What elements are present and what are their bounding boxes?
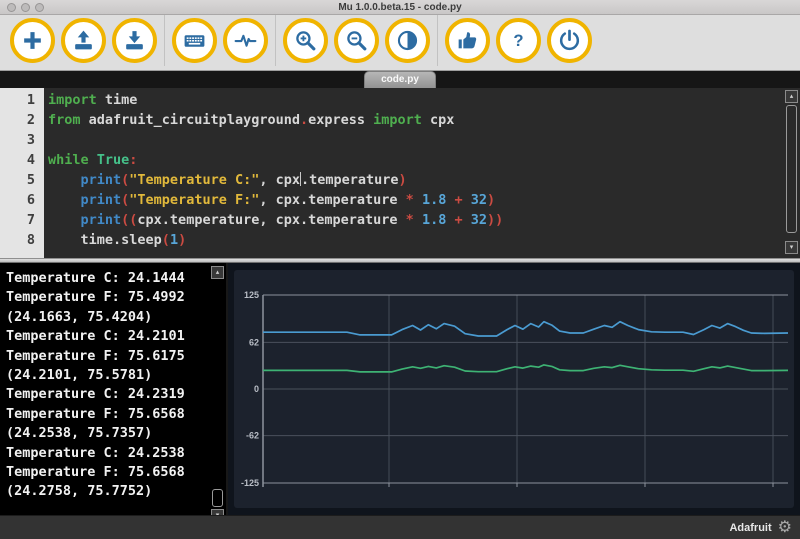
- quit-button[interactable]: [547, 18, 592, 63]
- editor-scroll-up-icon[interactable]: ▴: [785, 90, 798, 103]
- contrast-icon: [395, 28, 420, 53]
- keyboard-icon: [182, 28, 207, 53]
- line-code: [44, 130, 48, 150]
- line-number: 6: [0, 190, 44, 210]
- line-code: print("Temperature F:", cpx.temperature …: [44, 190, 495, 210]
- console-line: (24.1663, 75.4204): [6, 308, 226, 327]
- serial-repl-button[interactable]: [172, 18, 217, 63]
- question-icon: ?: [506, 28, 531, 53]
- console-line: Temperature F: 75.6568: [6, 463, 226, 482]
- console-line: (24.2101, 75.5781): [6, 366, 226, 385]
- code-line[interactable]: 5 print("Temperature C:", cpx.temperatur…: [0, 170, 800, 190]
- toolbar-group: [276, 18, 437, 63]
- plus-icon: [20, 28, 45, 53]
- code-content[interactable]: 1import time2from adafruit_circuitplaygr…: [0, 88, 800, 250]
- plotter-button[interactable]: [223, 18, 268, 63]
- minimize-button[interactable]: [21, 3, 30, 12]
- console-scroll-down-icon[interactable]: ▾: [211, 509, 224, 515]
- svg-text:-62: -62: [246, 431, 259, 441]
- console-line: Temperature C: 24.2538: [6, 444, 226, 463]
- console-line: Temperature C: 24.1444: [6, 269, 226, 288]
- console-line: Temperature C: 24.2101: [6, 327, 226, 346]
- window-title: Mu 1.0.0.beta.15 - code.py: [338, 2, 461, 13]
- console-line: Temperature C: 24.2319: [6, 385, 226, 404]
- svg-text:62: 62: [249, 337, 259, 347]
- download-icon: [122, 28, 147, 53]
- line-code: from adafruit_circuitplayground.express …: [44, 110, 454, 130]
- zoom-window-button[interactable]: [35, 3, 44, 12]
- status-bar: Adafruit ⚙: [0, 515, 800, 539]
- tab-code-py[interactable]: code.py: [364, 71, 436, 88]
- line-code: print("Temperature C:", cpx.temperature): [44, 170, 407, 190]
- upload-icon: [71, 28, 96, 53]
- line-number: 1: [0, 90, 44, 110]
- line-code: import time: [44, 90, 137, 110]
- mu-editor-window: Mu 1.0.0.beta.15 - code.py ? code.py 1im…: [0, 0, 800, 539]
- device-mode-label: Adafruit: [729, 522, 771, 534]
- code-editor[interactable]: 1import time2from adafruit_circuitplaygr…: [0, 88, 800, 258]
- console-line: Temperature F: 75.6568: [6, 405, 226, 424]
- toolbar: ?: [0, 15, 800, 71]
- console-line: (24.2758, 75.7752): [6, 482, 226, 501]
- code-line[interactable]: 8 time.sleep(1): [0, 230, 800, 250]
- code-line[interactable]: 7 print((cpx.temperature, cpx.temperatur…: [0, 210, 800, 230]
- plotter-chart: 125 62 0 -62 -125: [228, 263, 800, 515]
- console-line: Temperature F: 75.4992: [6, 288, 226, 307]
- line-number: 8: [0, 230, 44, 250]
- bottom-panes: Temperature C: 24.1444Temperature F: 75.…: [0, 263, 800, 515]
- toolbar-group: ?: [438, 18, 599, 63]
- serial-console-pane[interactable]: Temperature C: 24.1444Temperature F: 75.…: [0, 263, 226, 515]
- zoom-out-button[interactable]: [334, 18, 379, 63]
- magnifier-minus-icon: [344, 28, 369, 53]
- line-number: 7: [0, 210, 44, 230]
- console-scroll-up-icon[interactable]: ▴: [211, 266, 224, 279]
- console-line: (24.2538, 75.7357): [6, 424, 226, 443]
- theme-button[interactable]: [385, 18, 430, 63]
- magnifier-plus-icon: [293, 28, 318, 53]
- new-button[interactable]: [10, 18, 55, 63]
- code-line[interactable]: 6 print("Temperature F:", cpx.temperatur…: [0, 190, 800, 210]
- line-code: print((cpx.temperature, cpx.temperature …: [44, 210, 503, 230]
- line-code: while True:: [44, 150, 137, 170]
- toolbar-group: [165, 18, 275, 63]
- close-button[interactable]: [7, 3, 16, 12]
- code-line[interactable]: 4while True:: [0, 150, 800, 170]
- waveform-icon: [233, 28, 258, 53]
- svg-text:?: ?: [513, 31, 523, 50]
- svg-text:0: 0: [254, 384, 259, 394]
- editor-scrollbar-thumb[interactable]: [786, 105, 797, 233]
- check-button[interactable]: [445, 18, 490, 63]
- code-line[interactable]: 1import time: [0, 90, 800, 110]
- line-code: time.sleep(1): [44, 230, 186, 250]
- svg-text:125: 125: [244, 290, 259, 300]
- load-button[interactable]: [61, 18, 106, 63]
- toolbar-group: [3, 18, 164, 63]
- power-icon: [557, 28, 582, 53]
- thumbs-up-icon: [455, 28, 480, 53]
- editor-scroll-down-icon[interactable]: ▾: [785, 241, 798, 254]
- serial-console-output[interactable]: Temperature C: 24.1444Temperature F: 75.…: [0, 263, 226, 502]
- line-number: 4: [0, 150, 44, 170]
- window-controls: [7, 3, 44, 12]
- title-bar: Mu 1.0.0.beta.15 - code.py: [0, 0, 800, 15]
- settings-gear-icon[interactable]: ⚙: [778, 520, 792, 536]
- save-button[interactable]: [112, 18, 157, 63]
- svg-text:-125: -125: [241, 478, 259, 488]
- console-line: Temperature F: 75.6175: [6, 347, 226, 366]
- code-line[interactable]: 2from adafruit_circuitplayground.express…: [0, 110, 800, 130]
- console-scrollbar-thumb[interactable]: [212, 489, 223, 507]
- help-button[interactable]: ?: [496, 18, 541, 63]
- line-number: 2: [0, 110, 44, 130]
- line-number: 5: [0, 170, 44, 190]
- line-number: 3: [0, 130, 44, 150]
- tab-bar: code.py: [0, 71, 800, 88]
- zoom-in-button[interactable]: [283, 18, 328, 63]
- plotter-pane: 125 62 0 -62 -125: [228, 263, 800, 515]
- code-line[interactable]: 3: [0, 130, 800, 150]
